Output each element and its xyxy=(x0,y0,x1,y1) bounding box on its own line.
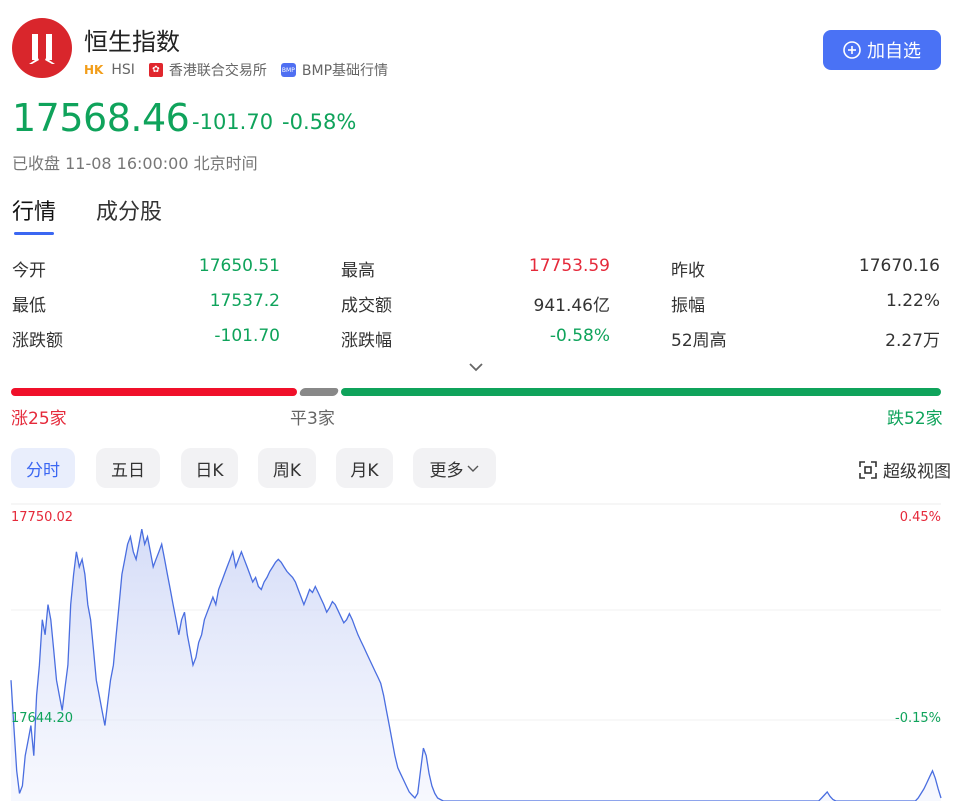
chart-period-buttons: 分时 五日 日K 周K 月K 更多 超级视图 xyxy=(11,448,951,488)
hk-flag-icon: ✿ xyxy=(148,63,163,77)
period-weekly-button[interactable]: 周K xyxy=(258,448,316,488)
exchange-name: 香港联合交易所 xyxy=(168,63,267,79)
bmp-icon: BMP xyxy=(280,63,296,77)
open-value: 17650.51 xyxy=(198,256,280,276)
period-5day-button[interactable]: 五日 xyxy=(96,448,160,488)
change-amount-label: 涨跌额 xyxy=(12,331,63,351)
market-status: 已收盘 11-08 16:00:00 北京时间 xyxy=(12,154,258,173)
super-view-button[interactable]: 超级视图 xyxy=(859,457,951,482)
high-value: 17753.59 xyxy=(528,256,610,276)
y-top-pct-label: 0.45% xyxy=(899,510,941,525)
index-code: HSI xyxy=(111,62,135,78)
active-tab-indicator xyxy=(14,232,54,235)
period-more-button[interactable]: 更多 xyxy=(413,448,496,488)
hsi-logo xyxy=(12,18,72,78)
turnover-label: 成交额 xyxy=(341,296,392,316)
change-pct-value: -0.58% xyxy=(549,326,610,346)
tab-bar: 行情 成分股 xyxy=(12,194,312,238)
y-mid-pct-label: -0.15% xyxy=(895,711,941,726)
market-badge: HK xyxy=(84,63,104,77)
index-title: 恒生指数 xyxy=(84,28,180,56)
y-mid-price-label: 17644.20 xyxy=(11,711,74,726)
price-change: -101.70 xyxy=(192,110,274,134)
super-view-label: 超级视图 xyxy=(883,462,951,482)
y-top-price-label: 17750.02 xyxy=(11,510,74,525)
week52-high-label: 52周高 xyxy=(671,331,727,351)
chart-canvas xyxy=(10,503,942,801)
high-label: 最高 xyxy=(341,261,375,281)
add-watchlist-button[interactable]: 加自选 xyxy=(823,30,941,70)
index-meta: HK HSI ✿ 香港联合交易所 BMP BMP基础行情 xyxy=(84,60,388,80)
tab-quote[interactable]: 行情 xyxy=(12,194,56,226)
fullscreen-icon xyxy=(859,460,877,479)
advancers-bar xyxy=(11,388,297,396)
low-value: 17537.2 xyxy=(209,291,280,311)
low-label: 最低 xyxy=(12,296,46,316)
week52-high-value: 2.27万 xyxy=(885,331,940,351)
price-change-pct: -0.58% xyxy=(282,110,357,134)
open-label: 今开 xyxy=(12,261,46,281)
change-amount-value: -101.70 xyxy=(214,326,280,346)
chevron-down-icon xyxy=(467,465,478,472)
intraday-chart[interactable]: 17750.02 0.45% 17644.20 -0.15% xyxy=(0,500,973,801)
period-more-label: 更多 xyxy=(429,460,464,481)
decliners-bar xyxy=(341,388,941,396)
unchanged-label: 平3家 xyxy=(290,409,335,429)
decliners-label: 跌52家 xyxy=(887,409,943,429)
prev-close-value: 17670.16 xyxy=(858,256,940,276)
period-intraday-button[interactable]: 分时 xyxy=(11,448,75,488)
period-monthly-button[interactable]: 月K xyxy=(336,448,393,488)
add-watchlist-label: 加自选 xyxy=(867,41,921,62)
header: 恒生指数 HK HSI ✿ 香港联合交易所 BMP BMP基础行情 xyxy=(12,18,962,82)
change-pct-label: 涨跌幅 xyxy=(341,331,392,351)
chevron-down-icon[interactable] xyxy=(467,360,485,374)
prev-close-label: 昨收 xyxy=(671,261,705,281)
tab-constituents[interactable]: 成分股 xyxy=(96,194,162,226)
unchanged-bar xyxy=(298,388,340,396)
plus-circle-icon xyxy=(843,41,861,59)
current-price: 17568.46 xyxy=(12,96,190,140)
advancers-label: 涨25家 xyxy=(11,409,67,429)
amplitude-label: 振幅 xyxy=(671,296,705,316)
price-area xyxy=(11,529,941,801)
data-source: BMP基础行情 xyxy=(301,63,389,79)
turnover-value: 941.46亿 xyxy=(533,296,610,316)
period-daily-button[interactable]: 日K xyxy=(181,448,238,488)
amplitude-value: 1.22% xyxy=(885,291,940,311)
